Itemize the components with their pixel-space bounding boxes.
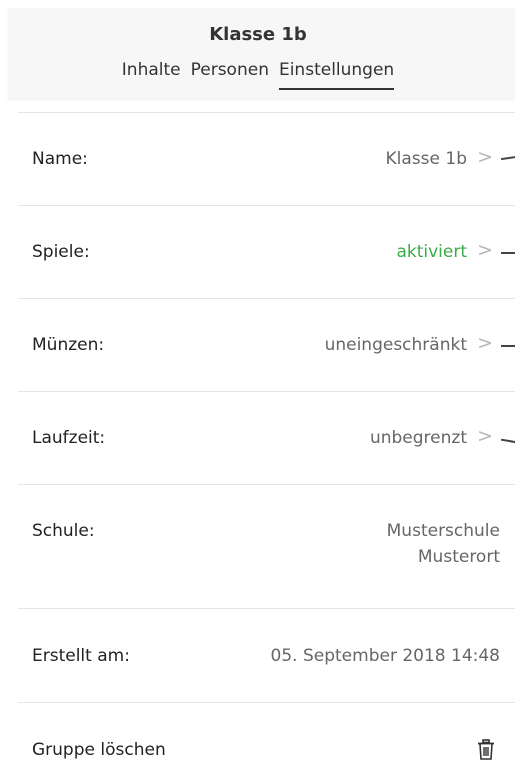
chevron-right-icon: > xyxy=(477,146,493,168)
edge-line-icon xyxy=(501,345,515,347)
settings-list: Name: Klasse 1b > Spiele: aktiviert > Mü… xyxy=(18,112,515,778)
tab-inhalte[interactable]: Inhalte xyxy=(122,60,181,90)
trash-icon[interactable] xyxy=(477,739,495,765)
tab-personen[interactable]: Personen xyxy=(191,60,269,90)
group-settings-page: Klasse 1b Inhalte Personen Einstellungen… xyxy=(0,0,515,778)
edge-line-icon xyxy=(500,155,515,161)
schule-value-school: Musterschule xyxy=(386,521,500,541)
settings-row-muenzen[interactable]: Münzen: uneingeschränkt > xyxy=(18,298,515,391)
muenzen-value: uneingeschränkt xyxy=(324,335,467,355)
erstellt-value: 05. September 2018 14:48 xyxy=(270,646,500,666)
muenzen-label: Münzen: xyxy=(32,335,105,355)
chevron-right-icon: > xyxy=(477,425,493,447)
trash-icon-graphic xyxy=(478,739,494,760)
settings-row-gruppe-loeschen[interactable]: Gruppe löschen xyxy=(18,702,515,778)
tab-einstellungen[interactable]: Einstellungen xyxy=(278,60,395,90)
settings-row-schule: Schule: Musterschule Musterort xyxy=(18,484,515,608)
gruppe-loeschen-label: Gruppe löschen xyxy=(32,740,166,760)
erstellt-label: Erstellt am: xyxy=(32,646,130,666)
spiele-value: aktiviert xyxy=(396,242,467,262)
settings-row-erstellt: Erstellt am: 05. September 2018 14:48 xyxy=(18,608,515,702)
schule-label: Schule: xyxy=(32,521,95,541)
header: Klasse 1b Inhalte Personen Einstellungen xyxy=(8,8,515,98)
tab-bar: Inhalte Personen Einstellungen xyxy=(8,60,508,90)
name-value: Klasse 1b xyxy=(385,149,467,169)
chevron-right-icon: > xyxy=(477,239,493,261)
edge-line-icon xyxy=(500,438,515,444)
settings-row-spiele[interactable]: Spiele: aktiviert > xyxy=(18,205,515,298)
laufzeit-value: unbegrenzt xyxy=(369,428,467,448)
schule-value-location: Musterort xyxy=(417,547,500,567)
settings-row-laufzeit[interactable]: Laufzeit: unbegrenzt > xyxy=(18,391,515,484)
page-title: Klasse 1b xyxy=(209,24,307,45)
spiele-label: Spiele: xyxy=(32,242,90,262)
settings-row-name[interactable]: Name: Klasse 1b > xyxy=(18,112,515,205)
chevron-right-icon: > xyxy=(477,332,493,354)
edge-line-icon xyxy=(501,252,515,254)
laufzeit-label: Laufzeit: xyxy=(32,428,106,448)
name-label: Name: xyxy=(32,149,88,169)
